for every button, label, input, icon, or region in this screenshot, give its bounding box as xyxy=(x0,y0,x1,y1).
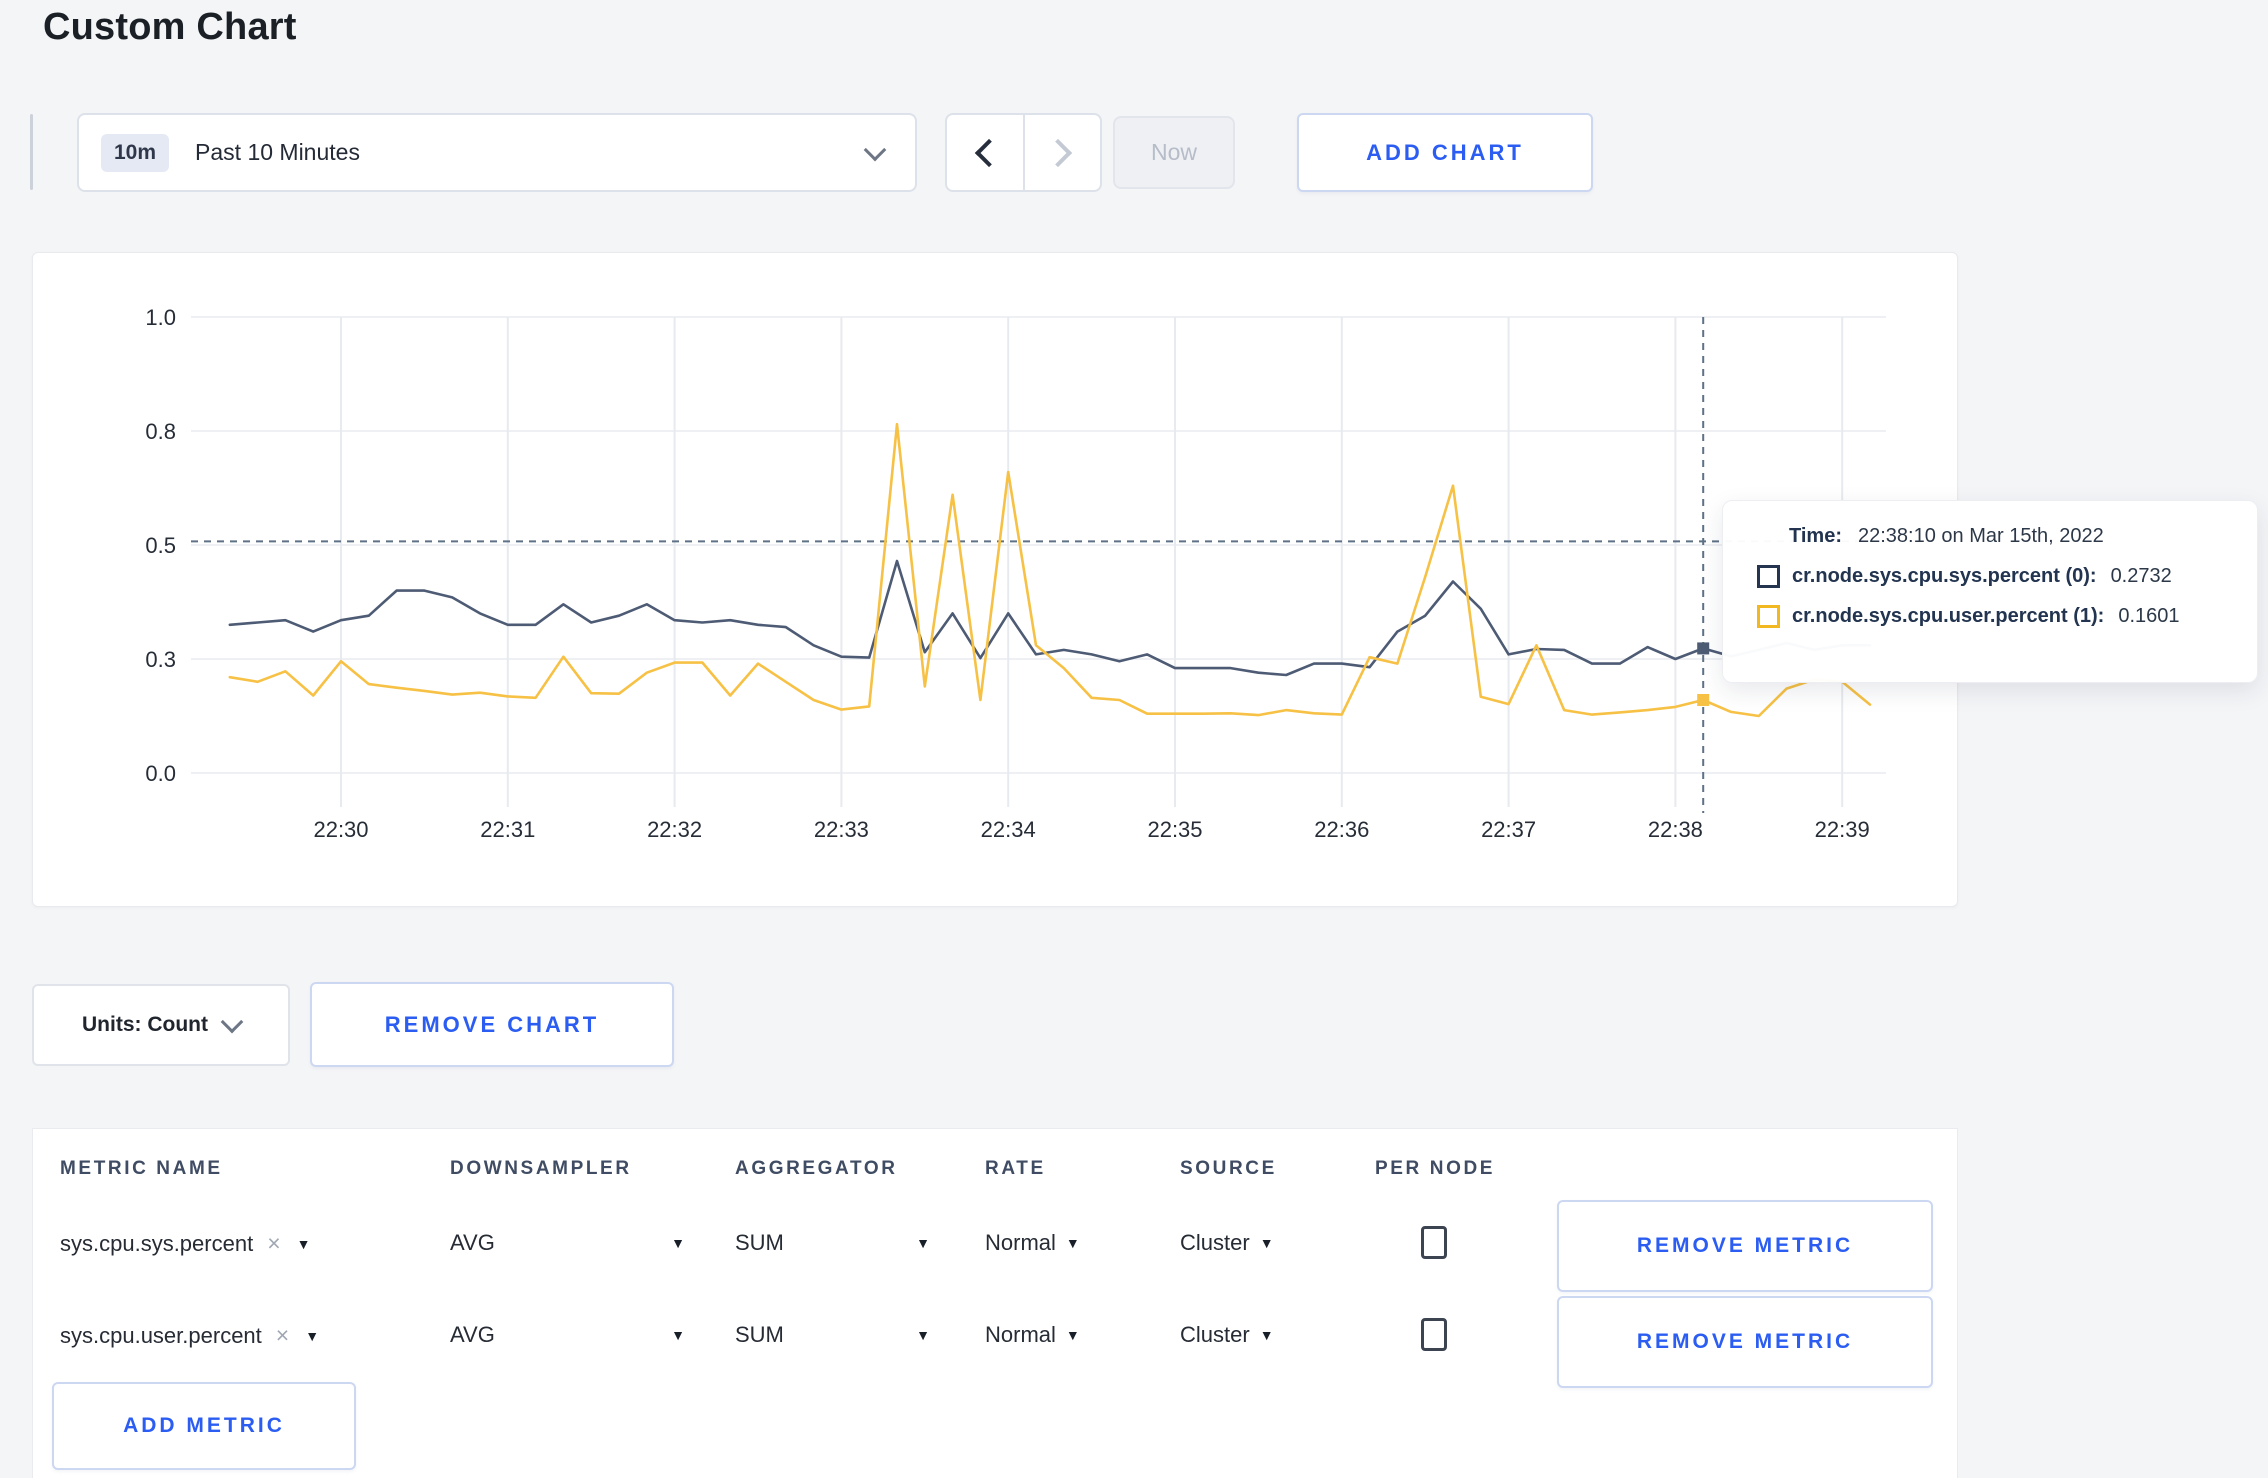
y-axis-tick-label: 0.0 xyxy=(145,761,176,786)
remove-metric-button[interactable]: REMOVE METRIC xyxy=(1557,1200,1933,1292)
metric-name-select[interactable]: sys.cpu.sys.percent × ▼ xyxy=(60,1230,310,1257)
y-axis-tick-label: 0.5 xyxy=(145,533,176,558)
clear-metric-icon[interactable]: × xyxy=(267,1230,280,1257)
time-range-label: Past 10 Minutes xyxy=(195,139,360,165)
tooltip-time-value: 22:38:10 on Mar 15th, 2022 xyxy=(1857,525,2104,547)
sys-series-swatch-icon xyxy=(1757,565,1780,588)
caret-down-icon: ▼ xyxy=(1065,1327,1080,1343)
rate-select[interactable]: Normal ▼ xyxy=(985,1322,1080,1348)
chart-tooltip: Time: 22:38:10 on Mar 15th, 2022 cr.node… xyxy=(1722,500,2258,683)
remove-metric-button[interactable]: REMOVE METRIC xyxy=(1557,1296,1933,1388)
metric-name-value: sys.cpu.sys.percent xyxy=(60,1230,254,1256)
downsampler-select[interactable]: AVG ▼ xyxy=(450,1322,685,1348)
downsampler-value: AVG xyxy=(450,1322,495,1347)
per-node-checkbox[interactable] xyxy=(1421,1226,1447,1259)
caret-down-icon: ▼ xyxy=(671,1327,685,1343)
tooltip-series-value: 0.2732 xyxy=(2110,565,2172,587)
x-axis-tick-label: 22:33 xyxy=(814,817,869,842)
chevron-left-icon xyxy=(974,138,1003,167)
caret-down-icon: ▼ xyxy=(1065,1235,1080,1251)
chevron-down-icon xyxy=(863,138,887,161)
tooltip-series-label: cr.node.sys.cpu.sys.percent (0): xyxy=(1792,565,2097,587)
tooltip-series-row: cr.node.sys.cpu.sys.percent (0): 0.2732 xyxy=(1757,565,2237,588)
x-axis-tick-label: 22:31 xyxy=(480,817,535,842)
aggregator-select[interactable]: SUM ▼ xyxy=(735,1322,930,1348)
caret-down-icon: ▼ xyxy=(1259,1235,1274,1251)
header-metric-name: METRIC NAME xyxy=(60,1158,223,1179)
toolbar-divider xyxy=(30,114,33,190)
downsampler-select[interactable]: AVG ▼ xyxy=(450,1230,685,1256)
user-series-swatch-icon xyxy=(1757,605,1780,628)
y-axis-tick-label: 0.8 xyxy=(145,419,176,444)
header-aggregator: AGGREGATOR xyxy=(735,1158,898,1179)
time-range-badge: 10m xyxy=(101,133,170,172)
source-value: Cluster xyxy=(1180,1230,1250,1255)
caret-down-icon: ▼ xyxy=(916,1327,930,1343)
x-axis-tick-label: 22:32 xyxy=(647,817,702,842)
header-per-node: PER NODE xyxy=(1375,1158,1496,1179)
y-axis-tick-label: 0.3 xyxy=(145,647,176,672)
chart-canvas[interactable]: 1.0 0.8 0.5 0.3 0.0 22:30 22:31 22:32 22:33 22:34… xyxy=(33,253,1957,906)
units-dropdown[interactable]: Units: Count xyxy=(32,984,290,1066)
hover-marker-icon xyxy=(1697,693,1710,706)
tooltip-series-label: cr.node.sys.cpu.user.percent (1): xyxy=(1792,605,2105,627)
source-select[interactable]: Cluster ▼ xyxy=(1180,1230,1274,1256)
header-source: SOURCE xyxy=(1180,1158,1277,1179)
series-line-1 xyxy=(228,422,1872,718)
time-nav-group xyxy=(945,113,1102,192)
caret-down-icon: ▼ xyxy=(1259,1327,1274,1343)
caret-down-icon: ▼ xyxy=(916,1235,930,1251)
x-axis-tick-label: 22:30 xyxy=(313,817,368,842)
add-chart-button[interactable]: ADD CHART xyxy=(1297,113,1593,192)
y-axis-tick-label: 1.0 xyxy=(145,305,176,330)
header-rate: RATE xyxy=(985,1158,1046,1179)
next-time-button[interactable] xyxy=(1025,115,1101,190)
caret-down-icon: ▼ xyxy=(296,1235,311,1252)
add-metric-button[interactable]: ADD METRIC xyxy=(52,1382,356,1470)
units-label: Units: Count xyxy=(82,1013,208,1036)
tooltip-series-value: 0.1601 xyxy=(2118,605,2180,627)
aggregator-value: SUM xyxy=(735,1322,784,1347)
aggregator-value: SUM xyxy=(735,1230,784,1255)
caret-down-icon: ▼ xyxy=(671,1235,685,1251)
aggregator-select[interactable]: SUM ▼ xyxy=(735,1230,930,1256)
rate-select[interactable]: Normal ▼ xyxy=(985,1230,1080,1256)
metric-name-value: sys.cpu.user.percent xyxy=(60,1322,262,1348)
x-axis-tick-label: 22:35 xyxy=(1147,817,1202,842)
chevron-down-icon xyxy=(220,1010,244,1034)
time-range-dropdown[interactable]: 10m Past 10 Minutes xyxy=(77,113,917,192)
chart-card: 1.0 0.8 0.5 0.3 0.0 22:30 22:31 22:32 22:33 22:34… xyxy=(32,252,1958,907)
x-axis-tick-label: 22:38 xyxy=(1648,817,1703,842)
now-button[interactable]: Now xyxy=(1113,116,1235,189)
downsampler-value: AVG xyxy=(450,1230,495,1255)
rate-value: Normal xyxy=(985,1322,1056,1347)
rate-value: Normal xyxy=(985,1230,1056,1255)
metric-name-select[interactable]: sys.cpu.user.percent × ▼ xyxy=(60,1322,319,1349)
page-title: Custom Chart xyxy=(43,6,297,48)
tooltip-series-row: cr.node.sys.cpu.user.percent (1): 0.1601 xyxy=(1757,605,2237,628)
source-select[interactable]: Cluster ▼ xyxy=(1180,1322,1274,1348)
tooltip-time-label: Time: xyxy=(1789,525,1842,547)
header-downsampler: DOWNSAMPLER xyxy=(450,1158,632,1179)
x-axis-tick-label: 22:37 xyxy=(1481,817,1536,842)
x-axis-tick-label: 22:34 xyxy=(981,817,1036,842)
source-value: Cluster xyxy=(1180,1322,1250,1347)
x-axis-tick-label: 22:39 xyxy=(1815,817,1870,842)
tooltip-time-row: Time: 22:38:10 on Mar 15th, 2022 xyxy=(1789,525,2237,548)
x-axis-tick-label: 22:36 xyxy=(1314,817,1369,842)
per-node-checkbox[interactable] xyxy=(1421,1318,1447,1351)
hover-marker-icon xyxy=(1697,642,1710,655)
custom-chart-page: { "page": {"title": "Custom Chart"}, "to… xyxy=(0,0,2268,1478)
prev-time-button[interactable] xyxy=(947,115,1025,190)
clear-metric-icon[interactable]: × xyxy=(276,1322,289,1349)
remove-chart-button[interactable]: REMOVE CHART xyxy=(310,982,674,1067)
caret-down-icon: ▼ xyxy=(305,1327,320,1344)
chevron-right-icon xyxy=(1044,138,1073,167)
